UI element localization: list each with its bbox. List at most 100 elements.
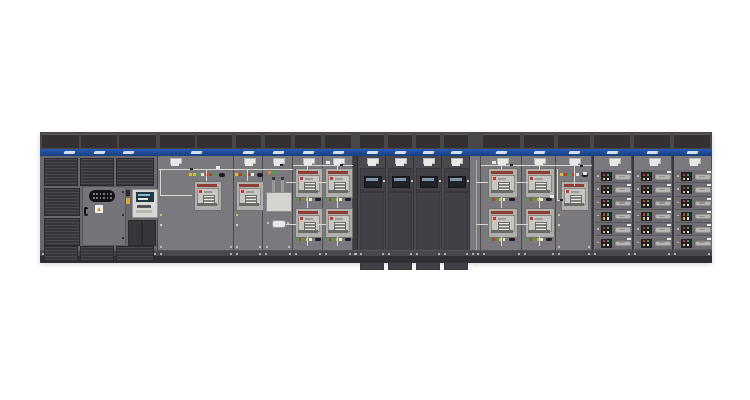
roof-vent	[119, 134, 156, 148]
feeder-indicator-light	[643, 204, 645, 206]
drawer-handle-grip	[659, 216, 665, 217]
acb-top-bar	[328, 171, 348, 174]
roof-vent	[674, 134, 710, 148]
feeder-unit	[601, 185, 612, 194]
drawer-tag	[667, 184, 671, 186]
feeder-unit	[601, 199, 612, 208]
receptacle-contact	[100, 193, 102, 195]
feeder-indicator-light	[607, 174, 609, 176]
screw-dot	[236, 214, 238, 216]
screw-dot	[637, 188, 639, 190]
feeder-indicator-light	[683, 244, 685, 246]
breaker-receptacle-oval	[89, 190, 115, 202]
brand-logo	[568, 151, 580, 154]
feeder-unit	[601, 172, 612, 181]
status-light	[332, 238, 335, 241]
drawer-tag	[707, 171, 711, 173]
feeder-indicator-light	[643, 213, 645, 215]
status-light	[299, 198, 302, 201]
feeder-drawer-row	[635, 223, 672, 236]
drawer-handle-grip	[619, 216, 625, 217]
feeder-indicator-light	[603, 244, 605, 246]
screw-dot	[236, 253, 238, 255]
feeder-indicator-light	[643, 231, 645, 233]
feeder-indicator-light	[647, 213, 649, 215]
acb-bottom-bar	[197, 203, 217, 206]
bay-feeder-drawers	[592, 156, 632, 250]
feeder-indicator-light	[683, 191, 685, 193]
feeder-indicator-light	[683, 240, 685, 242]
status-light	[526, 198, 529, 201]
drawer-handle-grip	[619, 229, 625, 230]
feeder-indicator-light	[647, 178, 649, 180]
status-light	[302, 198, 305, 201]
acb-red-indicator	[241, 190, 244, 193]
acb-bottom-bar	[328, 190, 348, 193]
louver-vent	[80, 158, 114, 186]
acb-breaker	[488, 208, 518, 238]
screw-dot	[518, 253, 520, 255]
hmi-screen	[392, 176, 410, 188]
screw-dot	[677, 175, 679, 177]
feeder-drawer-row	[595, 170, 632, 183]
selector-switch	[315, 198, 321, 202]
status-light	[568, 173, 571, 176]
screw-dot	[634, 253, 636, 255]
status-light	[576, 173, 579, 176]
warning-label	[95, 205, 103, 213]
feeder-indicator-light	[687, 217, 689, 219]
feeder-indicator-light	[643, 227, 645, 229]
feeder-indicator-light	[647, 240, 649, 242]
bay-acb-single	[556, 156, 592, 250]
screw-dot	[259, 246, 261, 248]
screw-dot	[708, 253, 710, 255]
feeder-indicator-light	[607, 187, 609, 189]
feeder-indicator-light	[607, 213, 609, 215]
status-light	[492, 198, 495, 201]
louver-vent	[116, 158, 154, 186]
screw-dot	[628, 253, 630, 255]
status-light	[489, 238, 492, 241]
acb-breaker	[525, 168, 555, 198]
feeder-drawer-row	[635, 183, 672, 196]
status-light	[302, 238, 305, 241]
feeder-indicator-light	[647, 174, 649, 176]
screw-dot	[588, 246, 590, 248]
status-light	[564, 173, 567, 176]
screw-dot	[558, 214, 560, 216]
acb-red-indicator	[493, 217, 496, 220]
acb-label-marks	[335, 218, 343, 220]
drawer-handle	[695, 214, 711, 220]
roof-vent	[483, 134, 520, 148]
status-light	[295, 238, 298, 241]
drawer-handle-grip	[659, 176, 665, 177]
status-light	[325, 198, 328, 201]
brand-logo	[450, 151, 462, 154]
receptacle-contact	[96, 197, 98, 199]
hmi-screen-glow	[394, 178, 406, 181]
drawer-handle	[695, 201, 711, 207]
hmi-screen	[420, 176, 438, 188]
status-light	[336, 198, 339, 201]
screw-dot	[319, 253, 321, 255]
feeder-unit	[681, 199, 692, 208]
screw-dot	[466, 253, 468, 255]
feeder-indicator-light	[687, 244, 689, 246]
drawer-handle-grip	[659, 202, 665, 203]
acb-top-bar	[564, 184, 584, 187]
status-light	[329, 198, 332, 201]
roof-vent	[360, 134, 384, 148]
vent-plate	[334, 163, 342, 166]
feeder-indicator-light	[603, 191, 605, 193]
status-light	[332, 198, 335, 201]
meter-line-blue	[138, 194, 150, 196]
drawer-handle	[615, 174, 631, 180]
receptacle-contact	[100, 197, 102, 199]
screw-dot	[160, 253, 162, 255]
status-light	[209, 173, 212, 176]
screw-dot	[677, 228, 679, 230]
drawer-tag	[667, 198, 671, 200]
screw-dot	[360, 253, 362, 255]
door-handle-notch	[86, 209, 88, 214]
feeder-indicator-light	[647, 231, 649, 233]
